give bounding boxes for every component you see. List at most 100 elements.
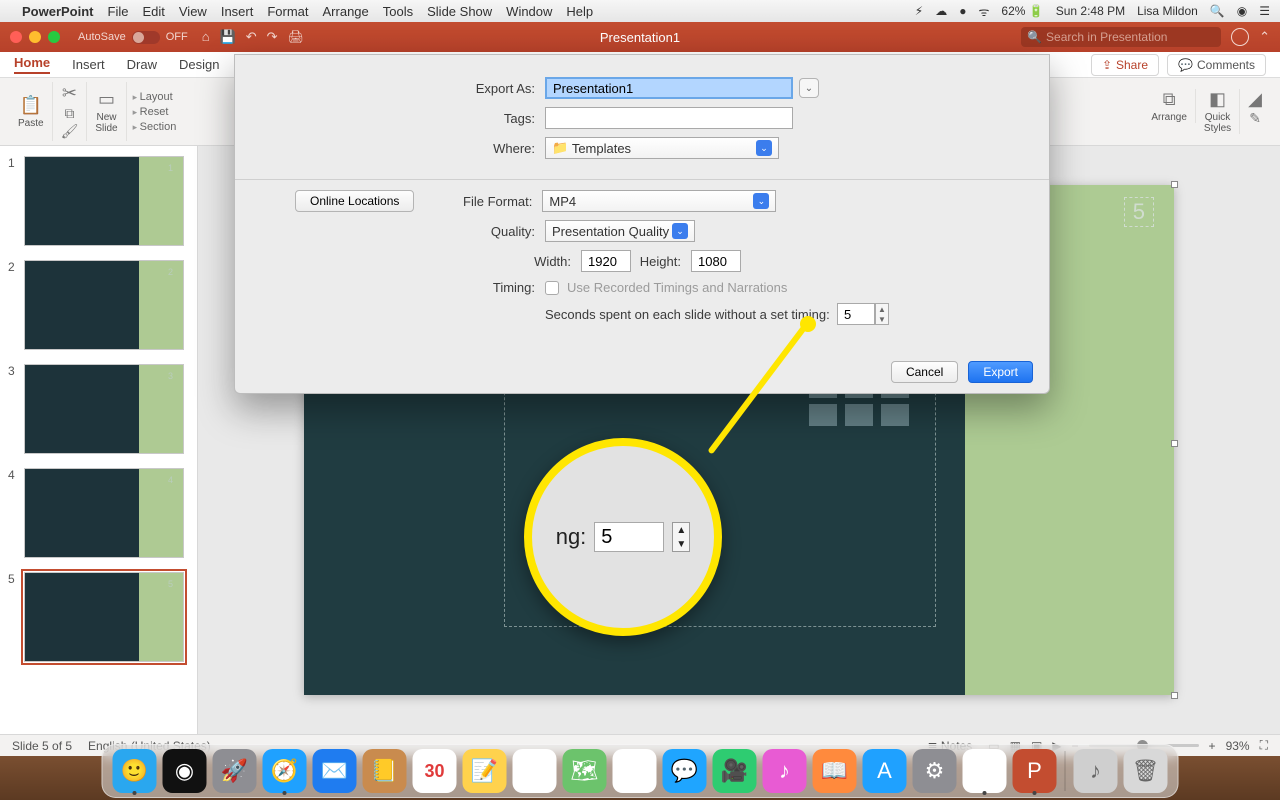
spotlight-icon[interactable]: 🔍: [1210, 4, 1225, 18]
dock-app-ibooks[interactable]: 📖: [813, 749, 857, 793]
dock-app-facetime[interactable]: 🎥: [713, 749, 757, 793]
menu-file[interactable]: File: [108, 4, 129, 19]
menu-edit[interactable]: Edit: [142, 4, 164, 19]
qa-redo-icon[interactable]: ↷: [267, 29, 278, 45]
chat-icon[interactable]: ●: [959, 4, 966, 18]
close-window-button[interactable]: [10, 31, 22, 43]
shape-outline-icon[interactable]: ✎: [1249, 110, 1261, 127]
battery-status[interactable]: 62% 🔋: [1001, 4, 1043, 18]
dock-downloads[interactable]: ♪: [1074, 749, 1118, 793]
online-locations-button[interactable]: Online Locations: [295, 190, 414, 212]
insert-picture-icon[interactable]: [809, 404, 837, 426]
slide-thumbnail-4[interactable]: [24, 468, 184, 558]
qa-undo-icon[interactable]: ↶: [246, 29, 257, 45]
insert-online-picture-icon[interactable]: [845, 404, 873, 426]
width-input[interactable]: [581, 250, 631, 272]
wifi-icon[interactable]: ᯤ: [978, 3, 989, 20]
quick-styles-icon[interactable]: ◧: [1209, 89, 1226, 110]
menu-help[interactable]: Help: [566, 4, 593, 19]
notification-center-icon[interactable]: ☰: [1259, 4, 1270, 18]
dock-app-calendar[interactable]: 30: [413, 749, 457, 793]
dock-app-itunes[interactable]: ♪: [763, 749, 807, 793]
export-as-input[interactable]: [545, 77, 793, 99]
dock-app-maps[interactable]: 🗺: [563, 749, 607, 793]
menu-format[interactable]: Format: [267, 4, 308, 19]
dock-app-mail[interactable]: ✉️: [313, 749, 357, 793]
dock-app-safari[interactable]: 🧭: [263, 749, 307, 793]
status-icon[interactable]: ⚡︎: [915, 4, 923, 18]
dock-app-photos[interactable]: ✿: [613, 749, 657, 793]
stepper-up-icon[interactable]: ▲: [876, 304, 888, 314]
search-presentation-input[interactable]: 🔍 Search in Presentation: [1021, 27, 1221, 47]
autosave-toggle[interactable]: AutoSave OFF: [78, 31, 188, 44]
menu-slideshow[interactable]: Slide Show: [427, 4, 492, 19]
dock-app-settings[interactable]: ⚙︎: [913, 749, 957, 793]
file-format-select[interactable]: MP4⌄: [542, 190, 776, 212]
qa-home-icon[interactable]: ⌂: [202, 29, 210, 45]
cut-icon[interactable]: ✂︎: [62, 83, 77, 104]
dock-app-appstore[interactable]: A: [863, 749, 907, 793]
paste-icon[interactable]: 📋: [20, 95, 42, 116]
reset-button[interactable]: Reset: [133, 106, 169, 118]
expand-save-dialog-button[interactable]: ⌄: [799, 78, 819, 98]
comments-button[interactable]: 💬Comments: [1167, 54, 1266, 76]
seconds-per-slide-stepper[interactable]: ▲▼: [837, 303, 889, 325]
dock-app-powerpoint[interactable]: P: [1013, 749, 1057, 793]
zoom-in-button[interactable]: +: [1209, 739, 1216, 753]
menu-tools[interactable]: Tools: [383, 4, 413, 19]
menu-window[interactable]: Window: [506, 4, 552, 19]
seconds-per-slide-input[interactable]: [837, 303, 875, 325]
menu-arrange[interactable]: Arrange: [323, 4, 369, 19]
dock-app-reminders[interactable]: ☑︎: [513, 749, 557, 793]
menu-insert[interactable]: Insert: [221, 4, 254, 19]
feedback-icon[interactable]: [1231, 28, 1249, 46]
insert-video-icon[interactable]: [881, 404, 909, 426]
tab-home[interactable]: Home: [14, 55, 50, 74]
new-slide-icon[interactable]: ▭: [98, 89, 115, 110]
quality-select[interactable]: Presentation Quality⌄: [545, 220, 695, 242]
zoom-level[interactable]: 93%: [1226, 739, 1250, 753]
app-menu[interactable]: PowerPoint: [22, 4, 94, 19]
qa-save-icon[interactable]: 💾: [220, 29, 236, 45]
dock-trash[interactable]: 🗑: [1124, 749, 1168, 793]
layout-button[interactable]: Layout: [133, 91, 173, 103]
arrange-icon[interactable]: ⧉: [1163, 89, 1176, 110]
cc-icon[interactable]: ☁︎: [935, 4, 947, 18]
slide-thumbnail-2[interactable]: [24, 260, 184, 350]
height-input[interactable]: [691, 250, 741, 272]
fit-window-icon[interactable]: ⛶: [1260, 738, 1268, 753]
zoom-window-button[interactable]: [48, 31, 60, 43]
slide-thumbnail-3[interactable]: [24, 364, 184, 454]
dock-app-chrome[interactable]: ◎: [963, 749, 1007, 793]
tab-insert[interactable]: Insert: [72, 57, 105, 72]
siri-icon[interactable]: ◉: [1237, 4, 1247, 18]
share-button[interactable]: ⇪Share: [1091, 54, 1159, 76]
export-button[interactable]: Export: [968, 361, 1033, 383]
dock-app-notes[interactable]: 📝: [463, 749, 507, 793]
slide-thumbnail-5[interactable]: [24, 572, 184, 662]
qa-print-icon[interactable]: 🖨: [288, 29, 305, 45]
stepper-down-icon[interactable]: ▼: [876, 314, 888, 324]
dock-app-contacts[interactable]: 📒: [363, 749, 407, 793]
copy-icon[interactable]: ⧉: [64, 105, 74, 122]
dock-app-launchpad[interactable]: 🚀: [213, 749, 257, 793]
clock[interactable]: Sun 2:48 PM: [1056, 4, 1125, 18]
dock-app-siri[interactable]: ◉: [163, 749, 207, 793]
user-name[interactable]: Lisa Mildon: [1137, 4, 1198, 18]
tab-draw[interactable]: Draw: [127, 57, 157, 72]
minimize-window-button[interactable]: [29, 31, 41, 43]
menu-view[interactable]: View: [179, 4, 207, 19]
dock-app-finder[interactable]: 🙂: [113, 749, 157, 793]
use-recorded-timings-checkbox[interactable]: [545, 281, 559, 295]
shape-fill-icon[interactable]: ◢: [1248, 89, 1262, 110]
tab-design[interactable]: Design: [179, 57, 219, 72]
cancel-button[interactable]: Cancel: [891, 361, 958, 383]
slide-thumbnail-1[interactable]: [24, 156, 184, 246]
slide-thumbnails-panel[interactable]: 1 2 3 4 5: [0, 146, 198, 734]
tags-input[interactable]: [545, 107, 793, 129]
dock-app-messages[interactable]: 💬: [663, 749, 707, 793]
where-select[interactable]: 📁 Templates⌄: [545, 137, 779, 159]
section-button[interactable]: Section: [133, 121, 177, 133]
format-painter-icon[interactable]: 🖌: [61, 123, 79, 140]
ribbon-toggle-icon[interactable]: ⌃: [1259, 29, 1270, 45]
